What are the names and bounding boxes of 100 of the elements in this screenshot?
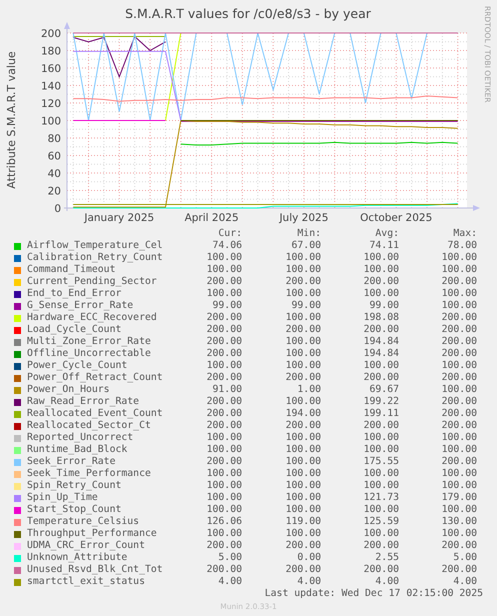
y-tick-label: 180: [40, 46, 61, 58]
legend-label: Power_On_Hours: [27, 384, 111, 396]
legend-label: Unknown_Attribute: [27, 552, 128, 564]
legend-label: G_Sense_Error_Rate: [27, 300, 134, 312]
table-cell-text: 100.00: [362, 432, 399, 444]
table-cell-text: 100.00: [206, 504, 242, 516]
legend-label: Multi_Zone_Error_Rate: [27, 336, 152, 348]
table-cell-text: 100.00: [362, 264, 399, 276]
legend-label: Calibration_Retry_Count: [27, 252, 164, 264]
table-cell-text: 1.00: [296, 384, 321, 396]
legend-label: Seek_Time_Performance: [27, 468, 152, 480]
table-cell-text: 200.00: [440, 540, 477, 552]
table-cell-text: 200.00: [206, 324, 242, 336]
legend-label: Command_Timeout: [27, 264, 116, 276]
table-cell-text: 100.00: [362, 444, 399, 456]
table-cell-text: 200.00: [362, 564, 399, 576]
chart-title: S.M.A.R.T values for /c0/e8/s3 - by year: [125, 6, 371, 21]
table-cell-text: 5.00: [452, 552, 477, 564]
table-cell-text: 67.00: [290, 240, 321, 252]
table-cell-text: 0.00: [296, 552, 321, 564]
table-cell-text: 199.11: [362, 408, 399, 420]
table-cell-text: 200.00: [284, 420, 321, 432]
table-cell-text: 100.00: [440, 252, 477, 264]
table-cell-text: 91.00: [212, 384, 242, 396]
table-cell-text: 200.00: [362, 276, 399, 288]
table-cell-text: 100.00: [284, 480, 321, 492]
table-cell-text: 200.00: [440, 312, 477, 324]
table-cell-text: 100.00: [440, 444, 477, 456]
legend-label: Current_Pending_Sector: [27, 276, 158, 288]
table-cell-text: 100.00: [440, 432, 477, 444]
table-cell-text: 5.00: [217, 552, 242, 564]
x-tick-label: October 2025: [360, 212, 432, 224]
table-cell-text: 100.00: [362, 468, 399, 480]
table-cell-text: 200.00: [206, 276, 242, 288]
table-cell-text: 99.00: [290, 300, 321, 312]
table-cell-text: 100.00: [284, 468, 321, 480]
table-cell-text: 200.00: [284, 540, 321, 552]
y-tick-label: 100: [40, 116, 61, 128]
table-cell-text: 100.00: [206, 480, 242, 492]
table-cell-text: 100.00: [284, 492, 321, 504]
legend-label: Throughput_Performance: [27, 528, 158, 540]
table-cell-text: 100.00: [206, 528, 242, 540]
table-cell-text: 74.11: [368, 240, 399, 252]
table-cell-text: 100.00: [362, 504, 399, 516]
table-cell-text: 200.00: [362, 540, 399, 552]
legend-label: Temperature_Celsius: [27, 516, 140, 528]
table-cell-text: 194.84: [362, 348, 399, 360]
table-cell-text: 200.00: [362, 324, 399, 336]
table-cell-text: 78.00: [446, 240, 477, 252]
column-header: Avg:: [374, 228, 399, 240]
table-cell-text: 100.00: [284, 336, 321, 348]
table-cell-text: 100.00: [284, 432, 321, 444]
table-cell-text: 74.06: [212, 240, 242, 252]
table-cell-text: 200.00: [440, 324, 477, 336]
y-tick-label: 40: [48, 168, 61, 180]
table-cell-text: 200.00: [206, 408, 242, 420]
table-cell-text: 200.00: [440, 408, 477, 420]
table-cell-text: 100.00: [362, 252, 399, 264]
table-cell-text: 200.00: [362, 420, 399, 432]
table-cell-text: 121.73: [362, 492, 399, 504]
table-cell-text: 100.00: [440, 384, 477, 396]
table-cell-text: 200.00: [206, 372, 242, 384]
table-cell-text: 100.00: [284, 528, 321, 540]
table-cell-text: 100.00: [284, 288, 321, 300]
table-cell-text: 100.00: [440, 480, 477, 492]
table-cell-text: 2.55: [374, 552, 399, 564]
table-cell-text: 199.22: [362, 396, 399, 408]
table-cell-text: 100.00: [206, 468, 242, 480]
table-cell-text: 125.59: [362, 516, 399, 528]
table-cell-text: 100.00: [362, 480, 399, 492]
legend-label: Start_Stop_Count: [27, 504, 122, 516]
table-cell-text: 194.84: [362, 336, 399, 348]
legend-label: Load_Cycle_Count: [27, 324, 122, 336]
table-cell-text: 200.00: [284, 372, 321, 384]
table-cell-text: 200.00: [440, 564, 477, 576]
table-cell-text: 4.00: [296, 576, 321, 588]
table-cell-text: 200.00: [440, 396, 477, 408]
table-cell-text: 100.00: [362, 528, 399, 540]
table-cell-text: 126.06: [206, 516, 242, 528]
table-cell-text: 200.00: [440, 276, 477, 288]
table-cell-text: 100.00: [206, 264, 242, 276]
table-cell-text: 200.00: [206, 540, 242, 552]
table-cell-text: 100.00: [206, 432, 242, 444]
legend-label: smartctl_exit_status: [27, 576, 146, 588]
table-cell-text: 200.00: [206, 564, 242, 576]
table-cell-text: 100.00: [206, 288, 242, 300]
legend-label: Offline_Uncorrectable: [27, 348, 152, 360]
table-cell-text: 100.00: [284, 396, 321, 408]
table-cell-text: 198.08: [362, 312, 399, 324]
table-cell-text: 100.00: [284, 360, 321, 372]
table-cell-text: 4.00: [452, 576, 477, 588]
table-cell-text: 100.00: [284, 444, 321, 456]
x-tick-label: April 2025: [184, 212, 239, 224]
legend-label: End_to_End_Error: [27, 288, 122, 300]
legend-label: Seek_Error_Rate: [27, 456, 116, 468]
table-cell-text: 99.00: [368, 300, 399, 312]
table-cell-text: 200.00: [206, 420, 242, 432]
y-tick-label: 80: [48, 133, 61, 145]
table-cell-text: 100.00: [284, 264, 321, 276]
legend-label: Unused_Rsvd_Blk_Cnt_Tot: [27, 564, 164, 576]
